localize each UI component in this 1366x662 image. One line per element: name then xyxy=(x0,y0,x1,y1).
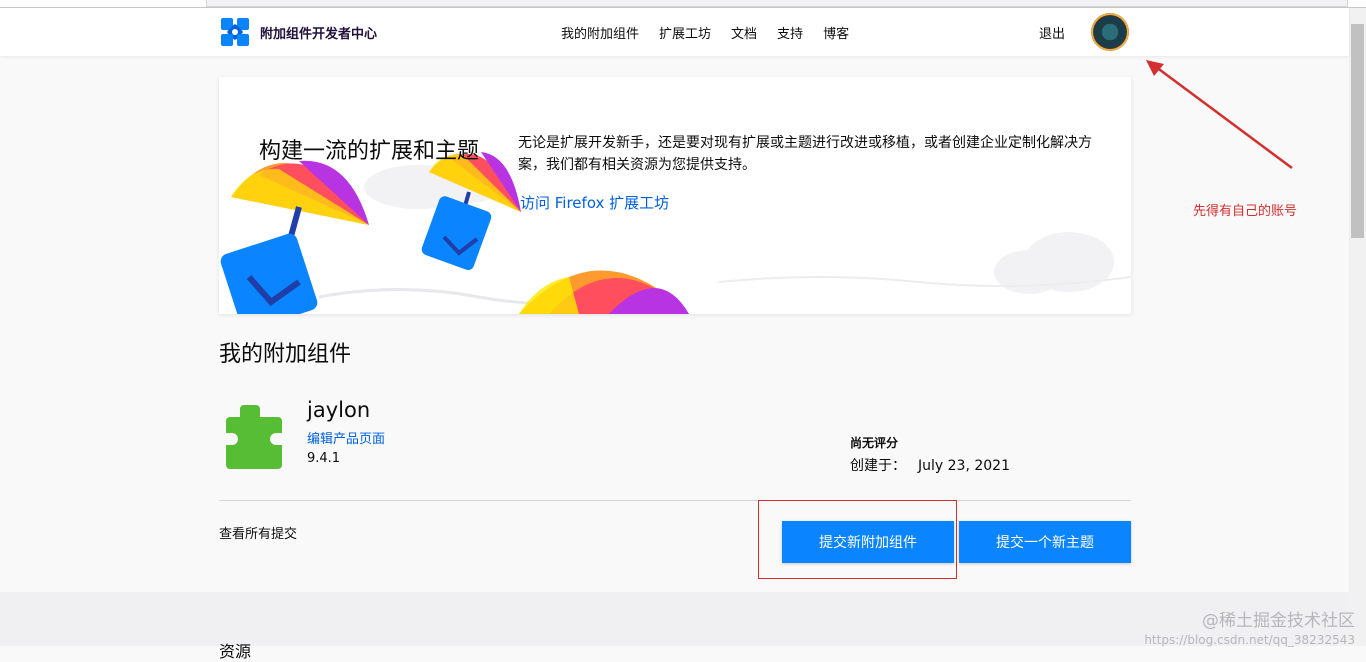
main-nav: 我的附加组件 扩展工坊 文档 支持 博客 xyxy=(561,8,869,56)
umbrella-large-icon xyxy=(220,160,369,314)
nav-extension-workshop[interactable]: 扩展工坊 xyxy=(659,23,711,42)
umbrella-small-icon xyxy=(421,152,521,271)
watermark: @稀土掘金技术社区 https://blog.csdn.net/qq_38232… xyxy=(1115,606,1355,647)
submit-new-theme-button[interactable]: 提交一个新主题 xyxy=(959,521,1131,563)
addon-created: 创建于： July 23, 2021 xyxy=(850,455,1010,475)
addon-name: jaylon xyxy=(307,398,371,422)
site-logo[interactable]: 附加组件开发者中心 xyxy=(218,15,377,49)
site-header: 附加组件开发者中心 我的附加组件 扩展工坊 文档 支持 博客 退出 xyxy=(0,8,1349,56)
hero-banner: 构建一流的扩展和主题 无论是扩展开发新手，还是要对现有扩展或主题进行改进或移植，… xyxy=(219,77,1131,314)
nav-my-addons[interactable]: 我的附加组件 xyxy=(561,23,639,42)
page-scrollbar[interactable] xyxy=(1349,8,1366,646)
scrollbar-thumb[interactable] xyxy=(1351,24,1364,238)
extension-workshop-link[interactable]: 访问 Firefox 扩展工坊 xyxy=(520,192,669,213)
logout-link[interactable]: 退出 xyxy=(1039,23,1065,42)
nav-docs[interactable]: 文档 xyxy=(731,23,757,42)
hero-illustration xyxy=(220,151,1131,314)
browser-chrome-strip xyxy=(0,0,1366,8)
hero-title: 构建一流的扩展和主题 xyxy=(259,139,480,164)
view-all-submissions-link[interactable]: 查看所有提交 xyxy=(219,523,297,542)
brand-name: 附加组件开发者中心 xyxy=(260,26,378,42)
annotation-arrow-icon xyxy=(1146,60,1293,170)
user-avatar[interactable] xyxy=(1091,13,1129,51)
nav-support[interactable]: 支持 xyxy=(777,23,803,42)
watermark-text: @稀土掘金技术社区 xyxy=(1202,611,1355,631)
address-bar-edge xyxy=(206,0,1348,7)
watermark-url: https://blog.csdn.net/qq_38232543 xyxy=(1144,633,1355,647)
puzzle-piece-icon xyxy=(226,405,282,469)
edit-product-page-link[interactable]: 编辑产品页面 xyxy=(307,428,385,447)
addon-rating: 尚无评分 xyxy=(850,436,899,450)
addon-version: 9.4.1 xyxy=(307,451,341,466)
umbrella-bottom-icon xyxy=(519,270,689,314)
created-date: July 23, 2021 xyxy=(918,458,1010,474)
puzzle-logo-icon xyxy=(221,18,249,46)
resources-heading: 资源 xyxy=(219,642,252,661)
divider xyxy=(219,500,1131,501)
created-label: 创建于： xyxy=(850,458,906,474)
nav-blog[interactable]: 博客 xyxy=(823,23,849,42)
my-addons-heading: 我的附加组件 xyxy=(219,342,352,367)
hero-description: 无论是扩展开发新手，还是要对现有扩展或主题进行改进或移植，或者创建企业定制化解决… xyxy=(518,135,1092,173)
annotation-note: 先得有自己的账号 xyxy=(1193,204,1298,219)
annotation-highlight-box xyxy=(758,500,957,579)
